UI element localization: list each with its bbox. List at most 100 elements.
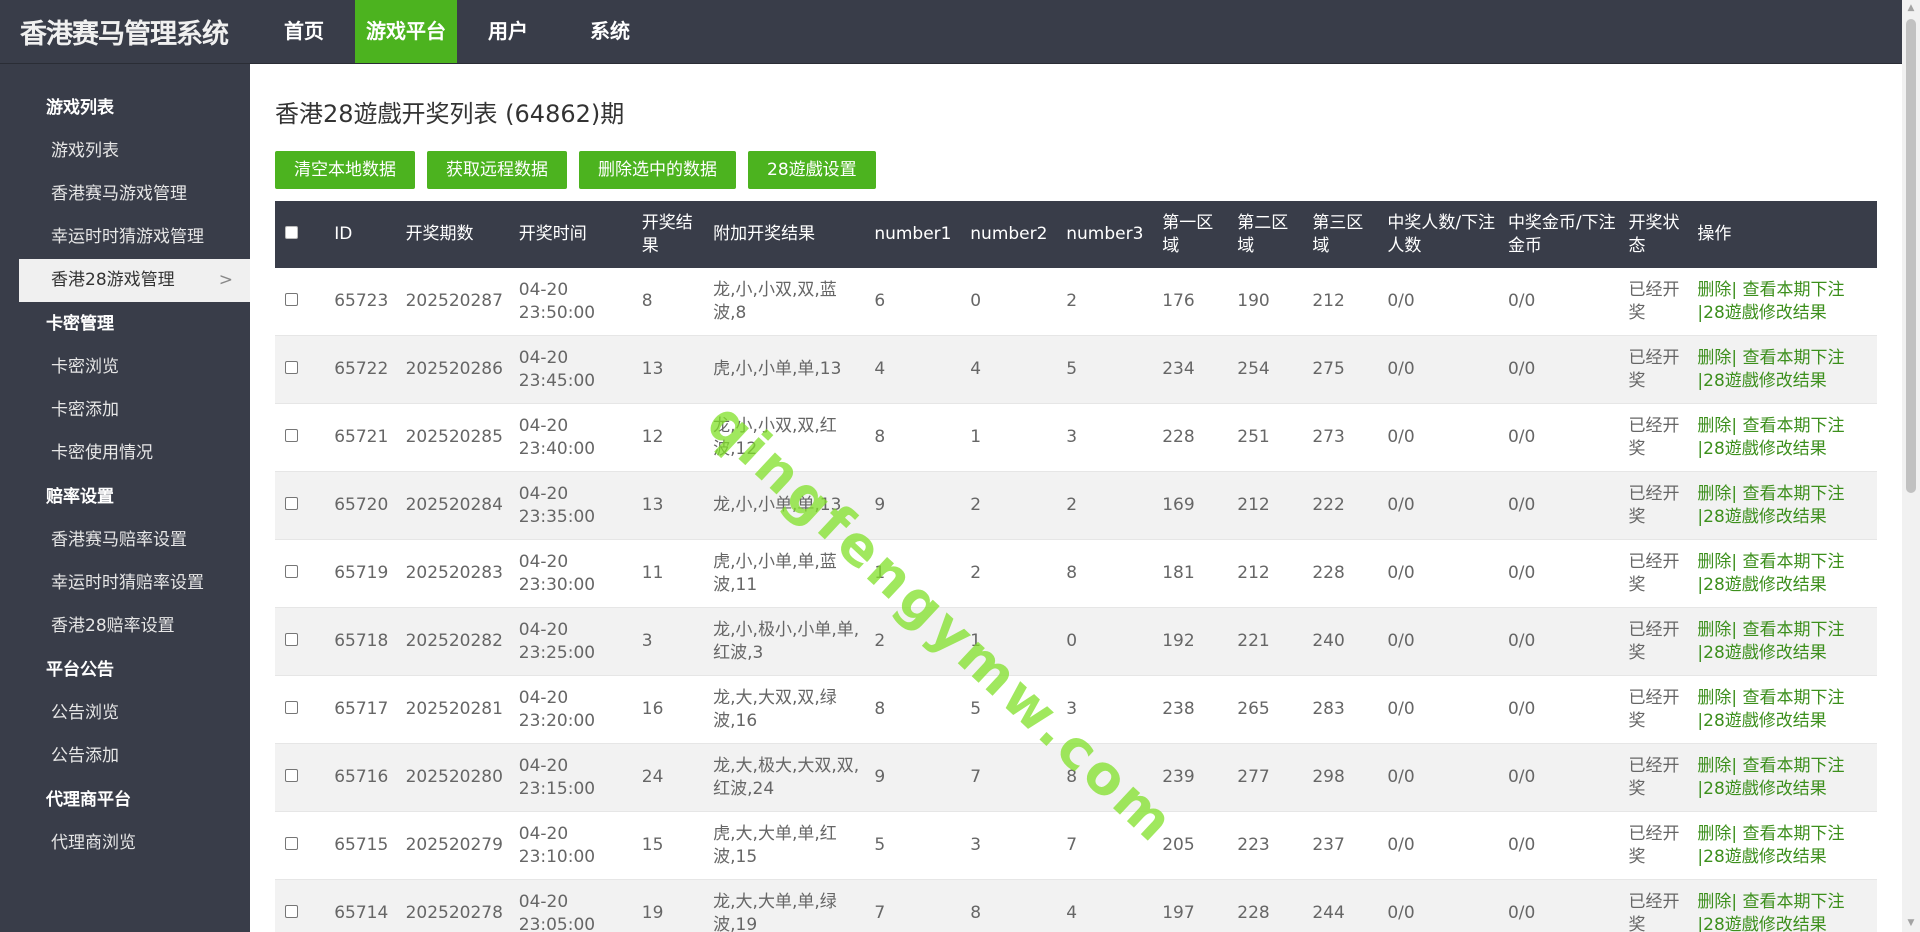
cell-coins: 0/0 bbox=[1497, 403, 1619, 472]
cell-result: 13 bbox=[631, 471, 704, 540]
col-number2[interactable]: number2 bbox=[960, 201, 1057, 268]
sidebar-group-title[interactable]: 卡密管理 bbox=[0, 302, 250, 346]
col-zone3[interactable]: 第三区域 bbox=[1302, 201, 1378, 268]
col-extra-result[interactable]: 附加开奖结果 bbox=[703, 201, 865, 268]
col-zone1[interactable]: 第一区域 bbox=[1152, 201, 1228, 268]
row-checkbox[interactable] bbox=[285, 429, 298, 442]
col-draw-time[interactable]: 开奖时间 bbox=[508, 201, 632, 268]
cell-zone1: 197 bbox=[1152, 879, 1228, 932]
scrollbar-thumb[interactable] bbox=[1906, 19, 1916, 493]
sidebar-group-title[interactable]: 赔率设置 bbox=[0, 475, 250, 519]
sidebar-item[interactable]: 幸运时时猜赔率设置 bbox=[0, 562, 250, 605]
nav-users[interactable]: 用户 bbox=[457, 0, 559, 63]
cell-coins: 0/0 bbox=[1497, 607, 1619, 676]
col-number3[interactable]: number3 bbox=[1056, 201, 1153, 268]
cell-extra-result: 虎,大,大单,单,红波,15 bbox=[703, 811, 865, 880]
cell-draw-time: 04-20 23:50:00 bbox=[508, 268, 632, 336]
cell-id: 65721 bbox=[324, 403, 396, 472]
col-period[interactable]: 开奖期数 bbox=[395, 201, 509, 268]
cell-extra-result: 龙,小,小双,双,红波,12 bbox=[703, 403, 865, 472]
cell-number1: 4 bbox=[864, 335, 961, 404]
cell-result: 12 bbox=[631, 403, 704, 472]
delete-selected-button[interactable]: 删除选中的数据 bbox=[579, 151, 736, 189]
nav-system[interactable]: 系统 bbox=[559, 0, 661, 63]
sidebar-item[interactable]: 香港赛马游戏管理 bbox=[0, 173, 250, 216]
row-checkbox[interactable] bbox=[285, 361, 298, 374]
sidebar-item-label: 卡密添加 bbox=[51, 400, 119, 420]
table-row: 65714 202520278 04-20 23:05:00 19 龙,大,大单,单,绿… bbox=[275, 879, 1877, 932]
row-actions-link[interactable]: 删除| 查看本期下注 |28遊戲修改结果 bbox=[1687, 403, 1877, 472]
game28-settings-button[interactable]: 28遊戲设置 bbox=[748, 151, 876, 189]
row-actions-link[interactable]: 删除| 查看本期下注 |28遊戲修改结果 bbox=[1687, 607, 1877, 676]
sidebar-item[interactable]: 卡密使用情况 bbox=[0, 432, 250, 475]
sidebar-item[interactable]: 香港赛马赔率设置 bbox=[0, 519, 250, 562]
fetch-remote-data-button[interactable]: 获取远程数据 bbox=[427, 151, 567, 189]
sidebar-item[interactable]: 香港28游戏管理 > bbox=[19, 259, 250, 302]
cell-number2: 8 bbox=[960, 879, 1057, 932]
sidebar-item[interactable]: 卡密浏览 bbox=[0, 346, 250, 389]
sidebar-item[interactable]: 公告浏览 bbox=[0, 692, 250, 735]
row-checkbox[interactable] bbox=[285, 633, 298, 646]
scroll-up-icon[interactable]: ▲ bbox=[1902, 0, 1920, 17]
col-status[interactable]: 开奖状态 bbox=[1618, 201, 1688, 268]
sidebar-item[interactable]: 代理商浏览 bbox=[0, 822, 250, 865]
row-actions-link[interactable]: 删除| 查看本期下注 |28遊戲修改结果 bbox=[1687, 268, 1877, 336]
row-checkbox[interactable] bbox=[285, 769, 298, 782]
row-checkbox[interactable] bbox=[285, 293, 298, 306]
cell-zone1: 239 bbox=[1152, 743, 1228, 812]
cell-result: 3 bbox=[631, 607, 704, 676]
row-checkbox[interactable] bbox=[285, 497, 298, 510]
sidebar-group-title[interactable]: 平台公告 bbox=[0, 648, 250, 692]
nav-game-platform[interactable]: 游戏平台 bbox=[355, 0, 457, 63]
row-checkbox[interactable] bbox=[285, 701, 298, 714]
cell-coins: 0/0 bbox=[1497, 743, 1619, 812]
sidebar-item[interactable]: 公告添加 bbox=[0, 735, 250, 778]
scroll-down-icon[interactable]: ▼ bbox=[1902, 915, 1920, 932]
col-zone2[interactable]: 第二区域 bbox=[1227, 201, 1303, 268]
cell-id: 65723 bbox=[324, 268, 396, 336]
cell-number1: 7 bbox=[864, 879, 961, 932]
col-number1[interactable]: number1 bbox=[864, 201, 961, 268]
cell-zone1: 234 bbox=[1152, 335, 1228, 404]
cell-winners: 0/0 bbox=[1377, 811, 1498, 880]
main-content: 香港28遊戲开奖列表 (64862)期 清空本地数据 获取远程数据 删除选中的数… bbox=[250, 64, 1902, 932]
col-id[interactable]: ID bbox=[324, 201, 396, 268]
cell-zone2: 223 bbox=[1227, 811, 1303, 880]
sidebar-item[interactable]: 游戏列表 bbox=[0, 130, 250, 173]
cell-result: 19 bbox=[631, 879, 704, 932]
row-actions-link[interactable]: 删除| 查看本期下注 |28遊戲修改结果 bbox=[1687, 743, 1877, 812]
cell-zone2: 212 bbox=[1227, 539, 1303, 608]
sidebar-item-label: 卡密浏览 bbox=[51, 357, 119, 377]
sidebar-item-label: 香港赛马赔率设置 bbox=[51, 530, 187, 550]
table-row: 65716 202520280 04-20 23:15:00 24 龙,大,极大,大双,… bbox=[275, 743, 1877, 812]
cell-result: 11 bbox=[631, 539, 704, 608]
col-coins[interactable]: 中奖金币/下注金币 bbox=[1497, 201, 1619, 268]
row-select-cell bbox=[275, 403, 325, 472]
nav-home[interactable]: 首页 bbox=[253, 0, 355, 63]
row-actions-link[interactable]: 删除| 查看本期下注 |28遊戲修改结果 bbox=[1687, 539, 1877, 608]
sidebar-item[interactable]: 香港28赔率设置 bbox=[0, 605, 250, 648]
row-checkbox[interactable] bbox=[285, 565, 298, 578]
row-actions-link[interactable]: 删除| 查看本期下注 |28遊戲修改结果 bbox=[1687, 879, 1877, 932]
sidebar-item[interactable]: 卡密添加 bbox=[0, 389, 250, 432]
sidebar-item[interactable]: 幸运时时猜游戏管理 bbox=[0, 216, 250, 259]
select-all-checkbox[interactable] bbox=[285, 226, 298, 239]
page-scrollbar[interactable]: ▲ ▼ bbox=[1902, 0, 1920, 932]
row-actions-link[interactable]: 删除| 查看本期下注 |28遊戲修改结果 bbox=[1687, 675, 1877, 744]
app-logo[interactable]: 香港赛马管理系统 bbox=[20, 12, 229, 51]
sidebar-item-label: 幸运时时猜赔率设置 bbox=[51, 573, 204, 593]
row-actions-link[interactable]: 删除| 查看本期下注 |28遊戲修改结果 bbox=[1687, 335, 1877, 404]
row-checkbox[interactable] bbox=[285, 837, 298, 850]
col-result[interactable]: 开奖结果 bbox=[631, 201, 704, 268]
cell-zone2: 254 bbox=[1227, 335, 1303, 404]
row-checkbox[interactable] bbox=[285, 905, 298, 918]
row-actions-link[interactable]: 删除| 查看本期下注 |28遊戲修改结果 bbox=[1687, 471, 1877, 540]
sidebar-group-title[interactable]: 游戏列表 bbox=[0, 86, 250, 130]
clear-local-data-button[interactable]: 清空本地数据 bbox=[275, 151, 415, 189]
row-actions-link[interactable]: 删除| 查看本期下注 |28遊戲修改结果 bbox=[1687, 811, 1877, 880]
col-winners[interactable]: 中奖人数/下注人数 bbox=[1377, 201, 1498, 268]
cell-zone1: 228 bbox=[1152, 403, 1228, 472]
sidebar-group-title[interactable]: 代理商平台 bbox=[0, 778, 250, 822]
cell-zone1: 169 bbox=[1152, 471, 1228, 540]
cell-period: 202520282 bbox=[395, 607, 509, 676]
